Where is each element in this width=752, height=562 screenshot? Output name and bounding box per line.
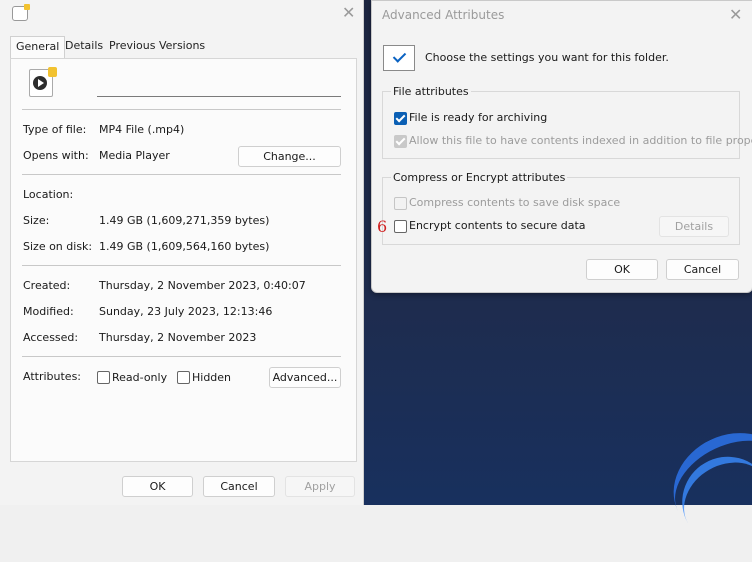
- file-attributes-group: [382, 91, 740, 159]
- compress-label: Compress contents to save disk space: [409, 196, 621, 209]
- encrypt-checkbox[interactable]: [394, 220, 407, 233]
- index-label: Allow this file to have contents indexed…: [409, 134, 752, 147]
- opens-with-value: Media Player: [99, 149, 170, 162]
- divider: [22, 109, 341, 110]
- attributes-label: Attributes:: [23, 370, 82, 383]
- type-label: Type of file:: [23, 123, 87, 136]
- annotation-number: 6: [377, 217, 388, 236]
- readonly-checkbox[interactable]: [97, 371, 110, 384]
- ok-button[interactable]: OK: [122, 476, 193, 497]
- media-file-icon: [29, 67, 57, 97]
- play-icon: [33, 76, 47, 90]
- modified-label: Modified:: [23, 305, 74, 318]
- general-panel: [10, 58, 357, 462]
- size-label: Size:: [23, 214, 50, 227]
- size-value: 1.49 GB (1,609,271,359 bytes): [99, 214, 270, 227]
- file-icon: [12, 4, 30, 21]
- close-icon[interactable]: ✕: [729, 7, 742, 23]
- details-button[interactable]: Details: [659, 216, 729, 237]
- shortcut-badge-icon: [48, 67, 57, 77]
- size-on-disk-value: 1.49 GB (1,609,564,160 bytes): [99, 240, 270, 253]
- accessed-label: Accessed:: [23, 331, 79, 344]
- divider: [22, 356, 341, 357]
- tab-details[interactable]: Details: [60, 36, 108, 57]
- index-checkbox[interactable]: [394, 135, 407, 148]
- tab-general[interactable]: General: [10, 36, 66, 59]
- tab-previous-versions[interactable]: Previous Versions: [104, 36, 210, 57]
- checkmark-icon: [383, 45, 415, 71]
- modified-value: Sunday, 23 July 2023, 12:13:46: [99, 305, 273, 318]
- intro-text: Choose the settings you want for this fo…: [425, 51, 669, 64]
- advanced-button[interactable]: Advanced...: [269, 367, 341, 388]
- cancel-button[interactable]: Cancel: [203, 476, 275, 497]
- hidden-checkbox[interactable]: [177, 371, 190, 384]
- file-attributes-title: File attributes: [391, 85, 471, 98]
- compress-encrypt-title: Compress or Encrypt attributes: [391, 171, 568, 184]
- file-name-input[interactable]: [97, 76, 341, 97]
- ok-button[interactable]: OK: [586, 259, 658, 280]
- compress-checkbox[interactable]: [394, 197, 407, 210]
- archive-checkbox[interactable]: [394, 112, 407, 125]
- dialog-title: Advanced Attributes: [382, 8, 505, 22]
- divider: [22, 265, 341, 266]
- type-value: MP4 File (.mp4): [99, 123, 185, 136]
- archive-label: File is ready for archiving: [409, 111, 548, 124]
- location-label: Location:: [23, 188, 74, 201]
- change-button[interactable]: Change...: [238, 146, 341, 167]
- close-icon[interactable]: ✕: [342, 5, 355, 21]
- encrypt-label: Encrypt contents to secure data: [409, 219, 586, 232]
- size-on-disk-label: Size on disk:: [23, 240, 93, 253]
- hidden-label: Hidden: [192, 371, 232, 384]
- created-value: Thursday, 2 November 2023, 0:40:07: [99, 279, 306, 292]
- opens-with-label: Opens with:: [23, 149, 89, 162]
- advanced-attributes-dialog: Advanced Attributes ✕ Choose the setting…: [371, 0, 752, 293]
- readonly-label: Read-only: [112, 371, 168, 384]
- created-label: Created:: [23, 279, 71, 292]
- divider: [22, 174, 341, 175]
- properties-window: ✕ General Details Previous Versions Type…: [0, 0, 364, 505]
- apply-button[interactable]: Apply: [285, 476, 355, 497]
- accessed-value: Thursday, 2 November 2023: [99, 331, 257, 344]
- cancel-button[interactable]: Cancel: [666, 259, 739, 280]
